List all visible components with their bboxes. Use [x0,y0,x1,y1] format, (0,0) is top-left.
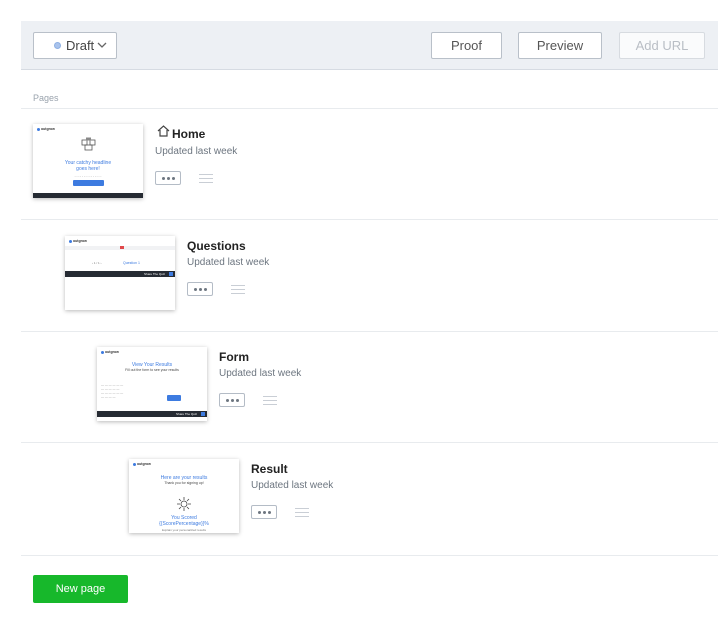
thumb-footer [33,193,143,198]
divider [21,442,718,443]
page-updated-home: Updated last week [155,146,238,157]
divider [21,219,718,220]
thumb-body-text: - - - - - - - - - - - - - - - [74,174,102,178]
new-page-button[interactable]: New page [33,575,128,603]
thumb-logo: outgrow [133,462,151,466]
thumb-cta [73,180,104,186]
drag-handle-icon[interactable] [263,396,277,406]
divider [21,331,718,332]
divider [21,555,718,556]
page-thumbnail-form[interactable]: outgrow View Your Results Fill out the f… [97,347,207,421]
thumb-logo: outgrow [101,350,119,354]
proof-button[interactable]: Proof [431,32,502,59]
page-updated-questions: Updated last week [187,257,270,268]
page-name-result[interactable]: Result [251,462,288,476]
chevron-down-icon [97,42,107,48]
page-thumbnail-home[interactable]: outgrow Your catchy headline goes here! … [33,124,143,198]
page-name-home[interactable]: Home [172,127,205,141]
more-options-button[interactable] [155,171,181,185]
thumb-headline: Your catchy headline goes here! [64,160,112,172]
page-updated-result: Updated last week [251,480,334,491]
page-updated-form: Updated last week [219,368,302,379]
thumb-question: Question 1 [123,261,140,265]
home-icon [157,125,170,137]
thumb-subtitle: Thank you for signing up! [164,481,204,485]
more-options-button[interactable] [187,282,213,296]
divider [21,108,718,109]
page-thumbnail-result[interactable]: outgrow Here are your results Thank you … [129,459,239,533]
thumb-footer: Share The Quiz [65,271,175,277]
thumb-description: Explain your personalized results [161,528,207,532]
thumb-score-value: {{ScorePercentage}}% [159,521,209,527]
add-url-button[interactable]: Add URL [619,32,705,59]
toolbar: Draft Proof Preview Add URL [21,21,718,70]
drag-handle-icon[interactable] [199,174,213,184]
thumb-footer: Share The Quiz [97,411,207,417]
drag-handle-icon[interactable] [295,508,309,518]
thumb-logo: outgrow [37,127,55,131]
more-options-button[interactable] [251,505,277,519]
page-name-form[interactable]: Form [219,350,249,364]
thumb-progress-marker [120,246,124,249]
pages-heading: Pages [33,93,59,103]
status-dropdown[interactable]: Draft [33,32,117,59]
page-thumbnail-questions[interactable]: outgrow ‹ 1 / 1 › Question 1 Share The Q… [65,236,175,310]
preview-button[interactable]: Preview [518,32,602,59]
drag-handle-icon[interactable] [231,285,245,295]
sparkle-icon [177,497,191,511]
illustration-icon [81,137,96,151]
thumb-subtitle: Fill out the form to see your results [125,368,179,372]
thumb-logo: outgrow [69,239,87,243]
thumb-cta [167,395,181,401]
status-dot-icon [54,42,61,49]
status-label: Draft [66,38,95,53]
more-options-button[interactable] [219,393,245,407]
thumb-form-fields: — — — — — — — — — — — — — — — — — — — — — [101,383,124,399]
page-name-questions[interactable]: Questions [187,239,246,253]
